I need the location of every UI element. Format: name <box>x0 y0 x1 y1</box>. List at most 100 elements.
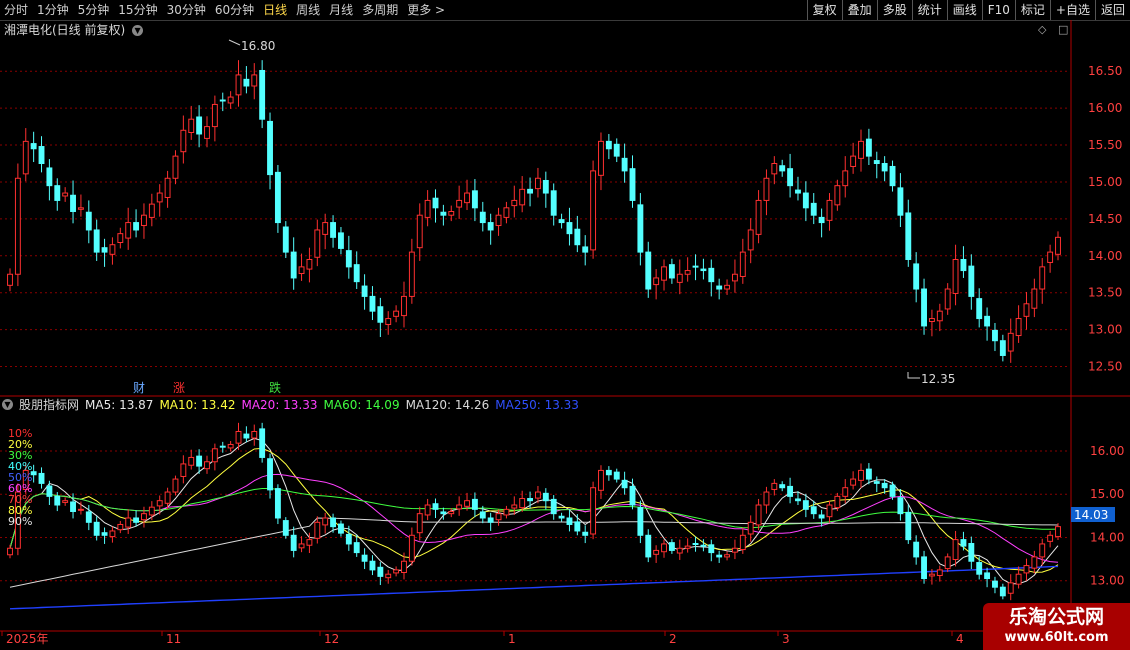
candle-body <box>676 273 683 283</box>
candle-body <box>503 207 510 218</box>
candle-body <box>330 517 337 528</box>
candle-body <box>511 504 518 509</box>
candle-body <box>566 222 573 235</box>
candle-body <box>527 188 534 194</box>
candle-body <box>401 560 407 573</box>
candle-body <box>590 170 597 251</box>
candle-body <box>227 443 234 449</box>
candle-body <box>361 554 368 562</box>
candle-body <box>921 288 927 327</box>
candle-body <box>724 284 730 290</box>
candle-body <box>1007 332 1014 352</box>
candle-body <box>62 500 69 503</box>
candle-body <box>858 140 864 159</box>
candle-body <box>259 69 266 120</box>
candle-body <box>598 140 604 176</box>
candle-body <box>495 214 502 227</box>
candle-body <box>338 523 344 534</box>
candle-body <box>889 484 896 497</box>
candle-body <box>755 504 762 526</box>
candle-body <box>345 533 352 545</box>
candle-body <box>1023 303 1030 317</box>
candle-body <box>330 222 337 238</box>
ma10-value: MA10: 13.42 <box>159 398 236 412</box>
candle-body <box>747 521 754 535</box>
candle-body <box>668 542 675 551</box>
indicator-name[interactable]: 股朋指标网 <box>19 397 79 413</box>
chart-axes <box>0 20 1130 636</box>
ma60-value: MA60: 14.09 <box>323 398 400 412</box>
indicator-price-label: 14.00 <box>1090 530 1124 544</box>
candle-body <box>629 485 636 506</box>
indicator-menu-icon[interactable]: ▼ <box>2 399 13 410</box>
candle-body <box>471 190 478 209</box>
candle-body <box>361 285 368 297</box>
candle-body <box>298 543 305 549</box>
candle-body <box>416 214 423 249</box>
candle-body <box>156 500 163 507</box>
candle-body <box>353 542 360 554</box>
candle-body <box>290 534 297 551</box>
candle-body <box>338 232 344 249</box>
candle-body <box>235 74 242 96</box>
candle-body <box>566 517 573 525</box>
candle-body <box>1031 556 1038 569</box>
candle-body <box>211 103 218 128</box>
candle-body <box>850 478 857 486</box>
candle-body <box>771 482 778 490</box>
candle-body <box>377 306 384 323</box>
candle-body <box>235 430 242 444</box>
candle-body <box>708 267 715 283</box>
candle-body <box>117 233 124 244</box>
candle-body <box>913 263 920 290</box>
candle-body <box>495 513 502 521</box>
candle-body <box>542 492 549 502</box>
site-url: www.60lt.com <box>1004 630 1109 645</box>
candle-body <box>267 458 273 491</box>
candle-body <box>826 504 833 518</box>
ma120-line <box>9 517 1059 588</box>
candle-body <box>22 140 29 175</box>
date-label: 4 <box>956 632 964 646</box>
indicator-price-label: 16.00 <box>1090 444 1124 458</box>
candle-body <box>1023 565 1030 574</box>
candle-body <box>322 222 329 235</box>
candle-body <box>306 258 313 270</box>
candle-body <box>992 580 998 588</box>
candle-body <box>739 251 746 277</box>
indicator-candles <box>7 422 1061 601</box>
candle-body <box>125 222 132 239</box>
candle-body <box>377 566 384 577</box>
candle-body <box>511 199 518 207</box>
candle-body <box>227 96 234 104</box>
candle-body <box>290 251 297 279</box>
site-watermark: 乐淘公式网 www.60lt.com <box>983 603 1130 650</box>
candle-body <box>416 513 423 534</box>
candle-body <box>385 573 392 579</box>
kline-chart[interactable]: 16.50 16.00 15.50 15.00 14.50 14.00 13.5… <box>0 0 1130 650</box>
candle-body <box>101 247 108 253</box>
candle-body <box>787 168 794 187</box>
candle-body <box>219 445 226 448</box>
candle-body <box>826 199 833 221</box>
candle-body <box>141 214 147 227</box>
candle-body <box>952 539 959 561</box>
candle-body <box>755 199 762 235</box>
candle-body <box>534 177 541 190</box>
indicator-header: ▼ 股朋指标网 MA5: 13.87 MA10: 13.42 MA20: 13.… <box>2 397 579 413</box>
candle-body <box>550 498 557 515</box>
candle-body <box>960 539 967 547</box>
ma120-value: MA120: 14.26 <box>405 398 490 412</box>
candle-body <box>881 163 888 172</box>
candle-body <box>724 554 730 558</box>
candle-body <box>393 569 400 574</box>
candle-body <box>527 498 534 502</box>
candle-body <box>716 285 723 290</box>
finance-event-marker: 财 <box>133 381 145 395</box>
candle-body <box>369 560 376 571</box>
candle-body <box>448 511 455 515</box>
candle-body <box>818 514 825 519</box>
candle-body <box>897 497 904 515</box>
percent-labels: 10% 20% 30% 40% 50% 60% 70% 80% 90% <box>8 427 32 528</box>
price-label: 16.50 <box>1088 64 1122 78</box>
